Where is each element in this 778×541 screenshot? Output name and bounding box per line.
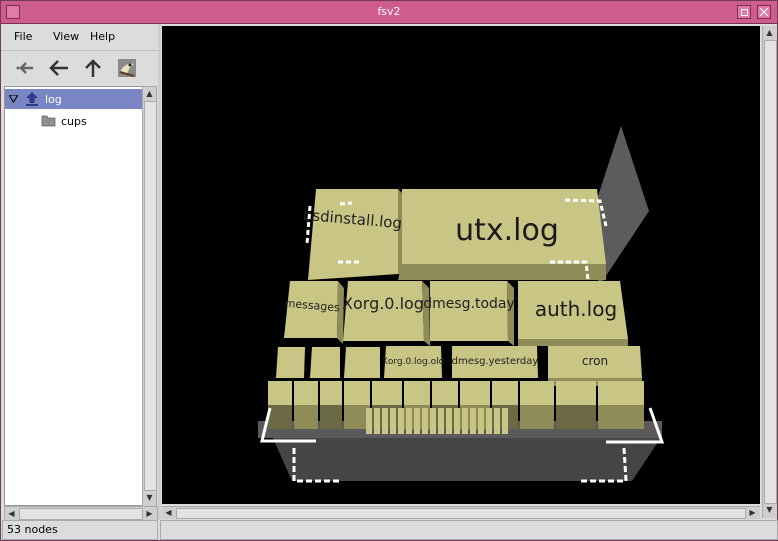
back-history-icon [16,62,33,74]
tree-item-log[interactable]: log [5,89,142,109]
scroll-down-arrow-icon[interactable]: ▼ [764,504,775,515]
node-small[interactable] [492,381,518,405]
maximize-button[interactable] [737,5,751,19]
status-left: 53 nodes [2,520,158,540]
label-dmesg-yesterday: dmesg.yesterday [452,356,539,367]
label-auth: auth.log [535,297,617,321]
platform-front [272,436,662,481]
scrollbar-thumb[interactable] [176,508,746,519]
node-small-side [294,405,318,429]
node-small-side [520,405,554,429]
app-window: fsv2 File View Help log cups ▲ ▼ ◀ ▶ bsd… [0,0,778,541]
up-icon [85,59,101,77]
node-tiny[interactable] [382,408,388,434]
scroll-right-arrow-icon[interactable]: ▶ [144,508,155,519]
node-tiny[interactable] [486,408,492,434]
node-small[interactable] [320,381,342,405]
node-tiny[interactable] [502,408,508,434]
node-tiny[interactable] [406,408,412,434]
node-small[interactable] [598,381,644,405]
small-files-group [268,381,644,434]
bird-view-icon [118,59,136,77]
menu-file[interactable]: File [14,30,32,43]
scroll-right-arrow-icon[interactable]: ▶ [747,507,758,518]
node-tiny[interactable] [414,408,420,434]
folder-icon [41,115,56,127]
scroll-left-arrow-icon[interactable]: ◀ [6,508,17,519]
node-tiny[interactable] [438,408,444,434]
node-small[interactable] [276,347,305,378]
node-bsdinstall[interactable] [308,189,398,280]
scroll-up-arrow-icon[interactable]: ▲ [764,27,775,38]
node-small[interactable] [460,381,490,405]
scroll-left-arrow-icon[interactable]: ◀ [163,507,174,518]
tree-item-cups[interactable]: cups [5,111,142,131]
node-small[interactable] [344,381,370,405]
view-horizontal-scrollbar[interactable]: ◀ ▶ [162,506,760,519]
window-title: fsv2 [377,5,401,18]
3d-viewport[interactable]: bsdinstall.log utx.log messages Xorg.0.l… [162,26,760,504]
status-bar: 53 nodes [2,520,778,540]
node-small[interactable] [404,381,430,405]
menu-view[interactable]: View [53,30,79,43]
node-tiny[interactable] [430,408,436,434]
node-small[interactable] [310,347,340,378]
node-small-side [320,405,342,429]
menu-bar: File View Help [2,26,158,46]
node-tiny[interactable] [462,408,468,434]
tree-item-label: log [45,93,62,106]
birdseye-button[interactable] [114,56,140,80]
label-xorg-old: Xorg.0.log.old [382,357,445,367]
node-small[interactable] [268,381,292,405]
tree-item-label: cups [61,115,87,128]
node-tiny[interactable] [398,408,404,434]
label-xorg: Xorg.0.log [342,294,424,313]
node-small[interactable] [372,381,402,405]
node-small-side [598,405,644,429]
node-count: 53 nodes [7,523,58,536]
scrollbar-thumb[interactable] [144,101,157,491]
filesystem-visualization[interactable]: bsdinstall.log utx.log messages Xorg.0.l… [162,26,760,504]
node-tiny[interactable] [470,408,476,434]
left-panel: File View Help log cups ▲ ▼ ◀ ▶ [2,24,158,528]
node-small[interactable] [556,381,596,405]
menu-help[interactable]: Help [90,30,115,43]
view-vertical-scrollbar[interactable]: ▲ ▼ [762,26,777,518]
status-right [160,520,778,540]
back-button[interactable] [46,56,72,80]
label-dmesg-today: dmesg.today [423,296,515,312]
pane-divider[interactable] [158,24,161,520]
directory-tree[interactable]: log cups [4,86,143,506]
scroll-up-arrow-icon[interactable]: ▲ [144,88,155,99]
node-tiny[interactable] [422,408,428,434]
scroll-down-arrow-icon[interactable]: ▼ [144,492,155,503]
node-tiny[interactable] [446,408,452,434]
node-small[interactable] [432,381,458,405]
label-utx: utx.log [455,213,559,248]
folder-up-icon [26,92,38,106]
back-history-button[interactable] [12,56,38,80]
node-small[interactable] [520,381,554,405]
node-small[interactable] [344,347,380,378]
title-bar[interactable]: fsv2 [1,1,777,24]
node-tiny[interactable] [454,408,460,434]
node-tiny[interactable] [366,408,372,434]
tree-vertical-scrollbar[interactable]: ▲ ▼ [142,86,157,508]
scrollbar-thumb[interactable] [764,40,777,504]
node-small[interactable] [294,381,318,405]
node-small-side [268,405,292,429]
node-tiny[interactable] [494,408,500,434]
label-cron: cron [582,354,608,368]
back-icon [49,60,68,76]
expander-down-icon[interactable] [9,95,18,103]
up-button[interactable] [80,56,106,80]
toolbar [2,50,158,85]
node-tiny[interactable] [374,408,380,434]
node-small-side [556,405,596,429]
node-tiny[interactable] [478,408,484,434]
node-tiny[interactable] [390,408,396,434]
close-button[interactable] [757,5,771,19]
